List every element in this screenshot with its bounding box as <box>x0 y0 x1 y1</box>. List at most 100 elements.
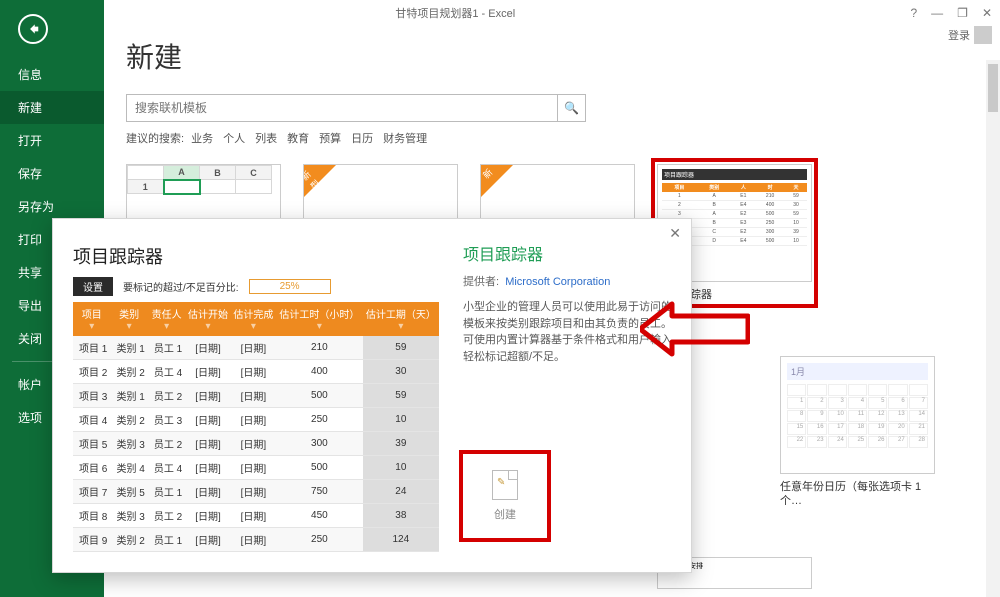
cell: 250 <box>276 528 363 552</box>
suggest-link-6[interactable]: 财务管理 <box>383 133 427 145</box>
cell: 38 <box>363 504 439 528</box>
preview-col-5: 估计工时（小时）▾ <box>276 302 363 336</box>
cell: 类别 3 <box>110 432 147 456</box>
cell: [日期] <box>185 336 230 360</box>
preview-col-0: 项目▾ <box>73 302 110 336</box>
cell: 250 <box>276 408 363 432</box>
new-ribbon-icon <box>481 165 513 197</box>
cell: 员工 4 <box>148 360 185 384</box>
template-info: 项目跟踪器 提供者: Microsoft Corporation 小型企业的管理… <box>455 219 691 572</box>
tile-thumb: 1月 1234567 891011121314 15161718192021 2… <box>780 356 935 474</box>
preview-settings-button: 设置 <box>73 277 113 296</box>
cell: 类别 3 <box>110 504 147 528</box>
cell: 59 <box>363 384 439 408</box>
cell: 24 <box>363 480 439 504</box>
back-arrow-icon <box>26 22 40 36</box>
calendar-month-label: 1月 <box>787 363 928 380</box>
create-button[interactable]: 创建 <box>465 456 545 536</box>
info-title: 项目跟踪器 <box>463 241 675 265</box>
cell: 员工 4 <box>148 456 185 480</box>
close-window-icon[interactable]: ✕ <box>982 6 992 20</box>
new-ribbon-icon <box>304 165 336 197</box>
table-row: 项目 9类别 2员工 1[日期][日期]250124 <box>73 528 439 552</box>
search-input[interactable] <box>127 101 557 115</box>
cell: [日期] <box>185 384 230 408</box>
col-a: A <box>164 166 200 180</box>
suggest-link-2[interactable]: 列表 <box>255 133 277 145</box>
cell: 项目 4 <box>73 408 110 432</box>
calendar-grid-icon: 1234567 891011121314 15161718192021 2223… <box>787 384 928 448</box>
sidebar-item-1[interactable]: 新建 <box>0 91 104 124</box>
table-row: 项目 1类别 1员工 1[日期][日期]21059 <box>73 336 439 360</box>
cell: 类别 2 <box>110 528 147 552</box>
cell: 30 <box>363 360 439 384</box>
preview-col-1: 类别▾ <box>110 302 147 336</box>
cell: 员工 1 <box>148 336 185 360</box>
template-tile-calendar[interactable]: 1月 1234567 891011121314 15161718192021 2… <box>780 356 935 509</box>
preview-flag-label: 要标记的超过/不足百分比: <box>123 279 239 294</box>
cell: [日期] <box>185 528 230 552</box>
table-row: 项目 7类别 5员工 1[日期][日期]75024 <box>73 480 439 504</box>
cell: [日期] <box>185 504 230 528</box>
suggest-link-4[interactable]: 预算 <box>319 133 341 145</box>
search-button[interactable]: 🔍 <box>557 94 585 122</box>
preview-table: 项目▾类别▾责任人▾估计开始▾估计完成▾估计工时（小时）▾估计工期（天）▾ 项目… <box>73 302 439 552</box>
cell: 类别 5 <box>110 480 147 504</box>
col-c: C <box>236 166 272 180</box>
suggest-link-5[interactable]: 日历 <box>351 133 373 145</box>
preview-title: 项目跟踪器 <box>73 243 439 269</box>
cell: 500 <box>276 456 363 480</box>
cell: 124 <box>363 528 439 552</box>
template-description: 小型企业的管理人员可以使用此易于访问的模板来按类别跟踪项目和由其负责的员工。可使… <box>463 299 675 365</box>
cell: 项目 3 <box>73 384 110 408</box>
cell: [日期] <box>231 528 276 552</box>
cell: [日期] <box>231 384 276 408</box>
table-row: 项目 8类别 3员工 2[日期][日期]45038 <box>73 504 439 528</box>
template-detail-panel: ✕ 项目跟踪器 设置 要标记的超过/不足百分比: 25% 项目▾类别▾责任人▾估… <box>52 218 692 573</box>
preview-col-2: 责任人▾ <box>148 302 185 336</box>
suggest-link-0[interactable]: 业务 <box>191 133 213 145</box>
table-row: 项目 2类别 2员工 4[日期][日期]40030 <box>73 360 439 384</box>
back-button[interactable] <box>18 14 48 44</box>
help-icon[interactable]: ? <box>910 6 917 20</box>
cell: 员工 2 <box>148 432 185 456</box>
cell: [日期] <box>185 432 230 456</box>
cell: [日期] <box>231 480 276 504</box>
cell: 类别 2 <box>110 360 147 384</box>
cell: 10 <box>363 408 439 432</box>
cell: 59 <box>363 336 439 360</box>
restore-icon[interactable]: ❐ <box>957 6 968 20</box>
sidebar-item-3[interactable]: 保存 <box>0 157 104 190</box>
vertical-scrollbar[interactable] <box>986 60 1000 597</box>
cell: 项目 1 <box>73 336 110 360</box>
cell: 员工 3 <box>148 408 185 432</box>
table-row: 项目 6类别 4员工 4[日期][日期]50010 <box>73 456 439 480</box>
cell: [日期] <box>231 408 276 432</box>
preview-col-6: 估计工期（天）▾ <box>363 302 439 336</box>
suggest-link-3[interactable]: 教育 <box>287 133 309 145</box>
cell: 员工 1 <box>148 528 185 552</box>
cell: 450 <box>276 504 363 528</box>
cell: 项目 9 <box>73 528 110 552</box>
cell: [日期] <box>231 504 276 528</box>
preview-percent-box: 25% <box>249 279 331 294</box>
cell: [日期] <box>231 432 276 456</box>
cell: 项目 8 <box>73 504 110 528</box>
title-bar: 甘特项目规划器1 - Excel ? — ❐ ✕ <box>0 0 1000 26</box>
suggest-link-1[interactable]: 个人 <box>223 133 245 145</box>
sidebar-item-2[interactable]: 打开 <box>0 124 104 157</box>
cell: 员工 2 <box>148 504 185 528</box>
document-icon <box>492 470 518 500</box>
create-label: 创建 <box>494 506 516 522</box>
sidebar-item-0[interactable]: 信息 <box>0 58 104 91</box>
cell: 类别 4 <box>110 456 147 480</box>
provider-label: 提供者: <box>463 276 499 288</box>
suggest-label: 建议的搜索: <box>126 133 184 145</box>
tile-caption: 任意年份日历（每张选项卡 1 个… <box>780 480 935 509</box>
cell: [日期] <box>231 336 276 360</box>
minimize-icon[interactable]: — <box>931 6 943 20</box>
scroll-thumb[interactable] <box>988 64 998 112</box>
provider-link[interactable]: Microsoft Corporation <box>505 276 610 288</box>
cell: 210 <box>276 336 363 360</box>
search-box[interactable]: 🔍 <box>126 94 586 122</box>
